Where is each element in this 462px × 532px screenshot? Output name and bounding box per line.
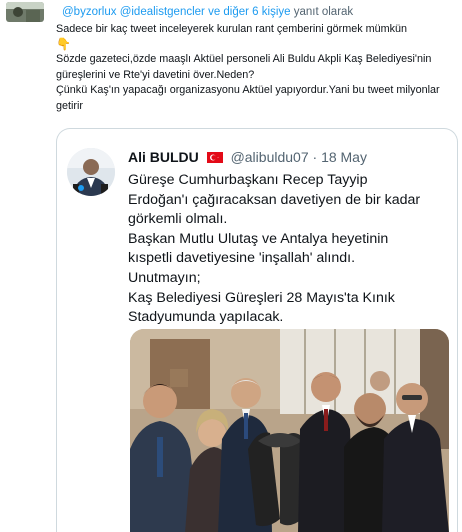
quote-line-8: Stadyumunda yapılacak.	[128, 309, 284, 326]
quoted-tweet-date[interactable]: 18 May	[321, 149, 367, 165]
replying-to-label: @byzorlux @idealistgencler ve diğer 6 ki…	[62, 6, 353, 18]
turkey-flag-icon	[206, 152, 223, 163]
quoted-tweet-card[interactable]: Ali BULDU @alibuldu07 · 18 May Güreşe Cu…	[56, 128, 458, 532]
quoted-author-handle[interactable]: @alibuldu07	[231, 149, 309, 165]
quote-line-7: Kaş Belediyesi Güreşleri 28 Mayıs'ta Kın…	[128, 289, 395, 306]
quoted-tweet-header: Ali BULDU @alibuldu07 · 18 May	[128, 149, 367, 165]
photo-image	[130, 329, 449, 532]
reply-mentions[interactable]: @byzorlux @idealistgencler ve diğer 6 ki…	[62, 6, 291, 18]
quoted-author-name[interactable]: Ali BULDU	[128, 149, 199, 165]
quote-line-4: Başkan Mutlu Ulutaş ve Antalya heyetinin	[128, 230, 389, 247]
quote-line-2: Erdoğan'ı çağıracaksan davetiyen de bir …	[128, 191, 421, 208]
separator-dot: ·	[312, 149, 318, 165]
pointing-down-icon: 👇	[56, 37, 71, 52]
quoted-tweet-photo[interactable]	[130, 329, 449, 532]
tweet-line-1: Sadece bir kaç tweet inceleyerek kurulan…	[56, 23, 408, 35]
quoted-tweet-text: Güreşe Cumhurbaşkanı Recep Tayyip Erdoğa…	[128, 171, 448, 328]
reply-suffix: yanıt olarak	[290, 6, 354, 18]
quote-line-5: kıspetli davetiyesine 'inşallah' alındı.	[128, 250, 356, 267]
quote-line-1: Güreşe Cumhurbaşkanı Recep Tayyip	[128, 172, 368, 188]
quoted-author-avatar[interactable]	[67, 148, 115, 196]
tweet-line-3: Çünkü Kaş'ın yapacağı organizasyonu Aktü…	[56, 84, 440, 112]
quote-line-3: görkemli olmalı.	[128, 211, 228, 228]
reply-header: @byzorlux @idealistgencler ve diğer 6 ki…	[6, 2, 456, 24]
quote-line-6: Unutmayın;	[128, 269, 201, 286]
tweet-line-2: Sözde gazeteci,özde maaşlı Aktüel person…	[56, 53, 432, 81]
user-avatar[interactable]	[6, 2, 44, 22]
tweet-text: Sadece bir kaç tweet inceleyerek kurulan…	[56, 22, 456, 114]
